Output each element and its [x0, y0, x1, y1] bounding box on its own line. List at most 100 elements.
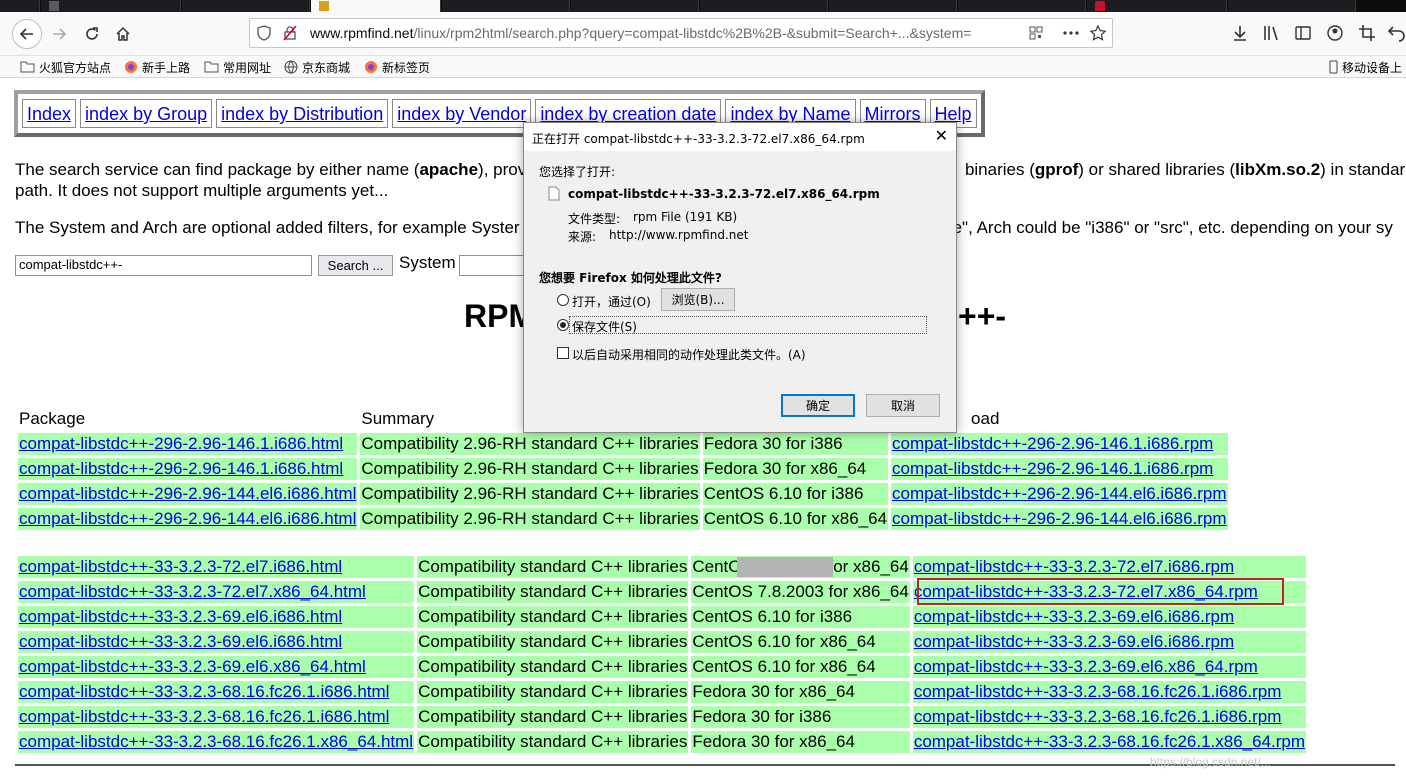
col-package: Package	[19, 409, 86, 428]
download-link[interactable]: compat-libstdc++-33-3.2.3-68.16.fc26.1.i…	[914, 682, 1282, 701]
account-icon[interactable]	[1326, 24, 1344, 42]
library-icon[interactable]	[1262, 24, 1280, 42]
table-cell: compat-libstdc++-33-3.2.3-69.el6.i686.ht…	[18, 606, 415, 628]
package-link[interactable]: compat-libstdc++-33-3.2.3-69.el6.i686.ht…	[19, 607, 342, 626]
reload-button[interactable]	[77, 19, 107, 49]
search-button[interactable]: Search ...	[318, 255, 393, 276]
package-link[interactable]: compat-libstdc++-33-3.2.3-72.el7.x86_64.…	[19, 582, 366, 601]
bookmark-item[interactable]: 新标签页	[364, 58, 430, 76]
browse-button[interactable]: 浏览(B)...	[661, 288, 735, 311]
insecure-lock-icon[interactable]	[282, 25, 298, 41]
download-link[interactable]: compat-libstdc++-296-2.96-146.1.i686.rpm	[892, 434, 1213, 453]
package-link[interactable]: compat-libstdc++-296-2.96-146.1.i686.htm…	[19, 434, 343, 453]
intro-paragraph-line2: path. It does not support multiple argum…	[15, 181, 389, 200]
url-text[interactable]: www.rpmfind.net/linux/rpm2html/search.ph…	[310, 25, 1022, 41]
distribution-cell: Fedora 30 for x86_64	[692, 682, 855, 701]
search-input[interactable]: compat-libstdc++-	[15, 255, 312, 276]
bookmark-item[interactable]: 新手上路	[124, 58, 190, 76]
browser-tab[interactable]	[0, 0, 40, 12]
nav-link-distribution[interactable]: index by Distribution	[221, 104, 383, 124]
download-link[interactable]: compat-libstdc++-296-2.96-144.el6.i686.r…	[892, 484, 1227, 503]
download-link[interactable]: compat-libstdc++-296-2.96-146.1.i686.rpm	[892, 459, 1213, 478]
nav-link-name[interactable]: index by Name	[730, 104, 850, 124]
table-row: compat-libstdc++-33-3.2.3-72.el7.i686.ht…	[18, 556, 1307, 578]
file-icon	[548, 186, 560, 201]
package-link[interactable]: compat-libstdc++-33-3.2.3-68.16.fc26.1.i…	[19, 682, 389, 701]
download-link[interactable]: compat-libstdc++-33-3.2.3-69.el6.i686.rp…	[914, 632, 1234, 651]
table-row: compat-libstdc++-296-2.96-144.el6.i686.h…	[18, 508, 1228, 530]
text: The search service can find package by e…	[15, 160, 420, 179]
table-cell: Compatibility standard C++ libraries	[417, 606, 689, 628]
download-link[interactable]: compat-libstdc++-33-3.2.3-68.16.fc26.1.x…	[914, 732, 1305, 751]
browser-tab[interactable]	[41, 0, 181, 12]
package-link[interactable]: compat-libstdc++-33-3.2.3-68.16.fc26.1.i…	[19, 707, 389, 726]
ok-button[interactable]: 确定	[781, 394, 855, 417]
bookmark-star-icon[interactable]	[1090, 25, 1106, 41]
url-host: www.rpmfind.net	[310, 25, 414, 41]
download-link[interactable]: compat-libstdc++-296-2.96-144.el6.i686.r…	[892, 509, 1227, 528]
auto-action-checkbox[interactable]	[557, 347, 569, 359]
bookmark-item[interactable]: 火狐官方站点	[20, 58, 111, 76]
address-bar[interactable]: www.rpmfind.net/linux/rpm2html/search.ph…	[249, 18, 1113, 48]
download-icon[interactable]	[1231, 24, 1249, 42]
auto-action-label[interactable]: 以后自动采用相同的动作处理此类文件。(A)	[572, 346, 806, 363]
bookmark-label: 常用网址	[223, 60, 272, 75]
undo-icon[interactable]	[1388, 24, 1406, 42]
nav-link-vendor[interactable]: index by Vendor	[397, 104, 526, 124]
nav-link-index[interactable]: Index	[27, 104, 71, 124]
bookmark-item[interactable]: 常用网址	[204, 58, 271, 76]
nav-link-mirrors[interactable]: Mirrors	[865, 104, 921, 124]
cancel-button[interactable]: 取消	[866, 394, 940, 417]
sidebar-icon[interactable]	[1294, 24, 1312, 42]
browser-tab[interactable]	[829, 0, 957, 12]
dialog-titlebar[interactable]: 正在打开 compat-libstdc++-33-3.2.3-72.el7.x8…	[524, 123, 956, 151]
table-row: compat-libstdc++-33-3.2.3-68.16.fc26.1.i…	[18, 706, 1307, 728]
browser-tab[interactable]	[571, 0, 699, 12]
nav-link-creation-date[interactable]: index by creation date	[540, 104, 716, 124]
screenshot-icon[interactable]	[1358, 24, 1376, 42]
dialog-title: 正在打开 compat-libstdc++-33-3.2.3-72.el7.x8…	[532, 132, 865, 146]
page-actions-icon[interactable]	[1062, 25, 1080, 41]
table-cell: compat-libstdc++-33-3.2.3-69.el6.i686.rp…	[912, 606, 1307, 628]
open-with-radio[interactable]	[557, 294, 569, 306]
open-with-label[interactable]: 打开，通过(O)	[572, 293, 651, 310]
browser-tab[interactable]	[442, 0, 570, 12]
bookmark-item[interactable]: 京东商城	[284, 58, 350, 76]
browser-tab[interactable]	[1087, 0, 1227, 12]
home-button[interactable]	[108, 19, 138, 49]
reload-icon	[86, 27, 98, 40]
package-link[interactable]: compat-libstdc++-296-2.96-144.el6.i686.h…	[19, 509, 356, 528]
mobile-bookmarks[interactable]: 移动设备上	[1329, 58, 1402, 76]
table-cell: Compatibility standard C++ libraries	[417, 556, 689, 578]
back-button[interactable]	[12, 19, 42, 49]
close-icon[interactable]: ✕	[935, 126, 948, 145]
download-link[interactable]: compat-libstdc++-33-3.2.3-69.el6.x86_64.…	[914, 657, 1258, 676]
download-link[interactable]: compat-libstdc++-33-3.2.3-69.el6.i686.rp…	[914, 607, 1234, 626]
package-link[interactable]: compat-libstdc++-296-2.96-146.1.i686.htm…	[19, 459, 343, 478]
summary-cell: Compatibility standard C++ libraries	[418, 732, 688, 751]
download-link[interactable]: compat-libstdc++-33-3.2.3-72.el7.i686.rp…	[914, 557, 1234, 576]
forward-button[interactable]	[44, 19, 74, 49]
package-link[interactable]: compat-libstdc++-33-3.2.3-68.16.fc26.1.x…	[19, 732, 413, 751]
browser-tab[interactable]	[958, 0, 1086, 12]
summary-cell: Compatibility standard C++ libraries	[418, 707, 688, 726]
package-link[interactable]: compat-libstdc++-33-3.2.3-69.el6.i686.ht…	[19, 632, 342, 651]
package-link[interactable]: compat-libstdc++-33-3.2.3-72.el7.i686.ht…	[19, 557, 342, 576]
shield-icon[interactable]	[256, 25, 272, 41]
qr-code-icon[interactable]	[1028, 25, 1044, 41]
table-cell: CentOS 6.10 for i386	[702, 483, 889, 505]
system-input[interactable]	[459, 255, 529, 276]
table-cell: compat-libstdc++-33-3.2.3-69.el6.x86_64.…	[912, 656, 1307, 678]
text: binaries (	[960, 160, 1035, 179]
browser-tab[interactable]	[1228, 0, 1356, 12]
nav-link-help[interactable]: Help	[935, 104, 972, 124]
browser-tab[interactable]	[182, 0, 310, 12]
browser-tab-active[interactable]	[311, 0, 441, 12]
table-row: compat-libstdc++-296-2.96-146.1.i686.htm…	[18, 458, 1228, 480]
download-link[interactable]: compat-libstdc++-33-3.2.3-68.16.fc26.1.i…	[914, 707, 1282, 726]
package-link[interactable]: compat-libstdc++-33-3.2.3-69.el6.x86_64.…	[19, 657, 366, 676]
save-file-radio[interactable]	[557, 319, 569, 331]
nav-link-group[interactable]: index by Group	[85, 104, 207, 124]
browser-tab[interactable]	[700, 0, 828, 12]
package-link[interactable]: compat-libstdc++-296-2.96-144.el6.i686.h…	[19, 484, 356, 503]
